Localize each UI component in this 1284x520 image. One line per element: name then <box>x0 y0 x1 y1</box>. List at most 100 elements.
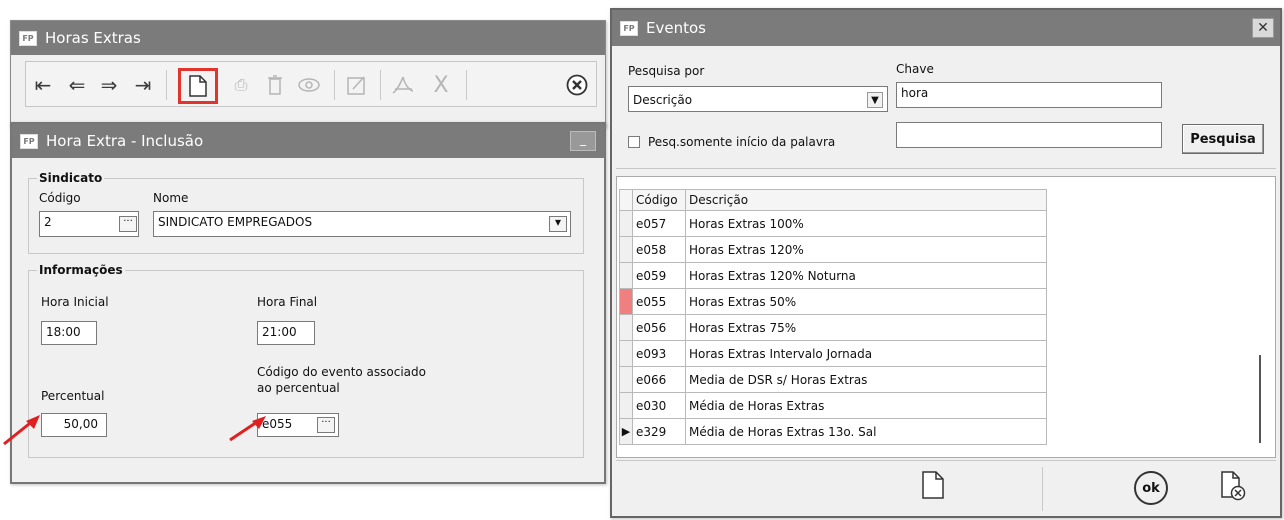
excel-icon[interactable]: X <box>428 70 454 100</box>
descricao-cell: Média de Horas Extras <box>685 392 1047 419</box>
codigo-cell: e093 <box>632 340 686 367</box>
table-row-current[interactable]: ▶ e329 Média de Horas Extras 13o. Sal <box>619 418 1047 445</box>
pesquisa-por-select[interactable]: Descrição <box>628 86 888 112</box>
last-record-icon[interactable]: ⇥ <box>130 70 156 100</box>
codigo-cell: e056 <box>632 314 686 341</box>
next-record-icon[interactable]: ⇒ <box>96 70 122 100</box>
table-row[interactable]: e056 Horas Extras 75% <box>619 314 1047 341</box>
close-icon[interactable] <box>564 70 590 100</box>
new-document-icon <box>189 75 207 97</box>
previous-record-icon[interactable]: ⇐ <box>64 70 90 100</box>
edit-icon[interactable] <box>344 70 370 100</box>
new-document-icon <box>922 471 944 499</box>
row-indicator <box>619 236 633 263</box>
print-icon[interactable]: ⎙ <box>228 70 254 100</box>
nome-sindicato-dropdown-button[interactable]: ▾ <box>549 216 567 232</box>
eventos-titlebar: FP Eventos ✕ <box>612 10 1280 46</box>
row-indicator-header <box>619 189 633 211</box>
pesquisa-extra-field[interactable] <box>896 122 1162 148</box>
row-indicator <box>619 366 633 393</box>
pesquisa-button[interactable]: Pesquisa <box>1182 124 1264 154</box>
inclusao-title: Hora Extra - Inclusão <box>46 132 204 150</box>
codigo-cell: e329 <box>632 418 686 445</box>
first-record-icon[interactable]: ⇤ <box>30 70 56 100</box>
scrollbar-thumb[interactable] <box>1259 355 1261 443</box>
table-header-row: Código Descrição <box>619 189 1047 211</box>
table-row[interactable]: e057 Horas Extras 100% <box>619 210 1047 237</box>
eventos-grid-area: Código Descrição e057 Horas Extras 100% … <box>616 176 1276 458</box>
view-icon[interactable] <box>296 70 322 100</box>
toolbar-separator <box>380 70 381 100</box>
horas-extras-title: Horas Extras <box>45 29 141 47</box>
codigo-cell: e058 <box>632 236 686 263</box>
horas-extras-titlebar: FP Horas Extras <box>11 21 605 55</box>
percentual-label: Percentual <box>41 389 105 403</box>
current-row-pointer-icon: ▶ <box>619 418 633 445</box>
descricao-cell: Horas Extras 75% <box>685 314 1047 341</box>
pesq-somente-inicio-checkbox[interactable] <box>628 136 640 148</box>
cancel-document-button[interactable] <box>1220 471 1246 505</box>
new-record-button[interactable] <box>922 471 944 503</box>
codigo-evento-label: Código do evento associado <box>257 365 426 379</box>
toolbar-separator <box>466 70 467 100</box>
eventos-title: Eventos <box>646 19 706 37</box>
descricao-cell: Media de DSR s/ Horas Extras <box>685 366 1047 393</box>
bottom-bar-separator <box>1042 467 1043 511</box>
table-row[interactable]: e030 Média de Horas Extras <box>619 392 1047 419</box>
toolbar-separator <box>166 70 167 100</box>
table-row[interactable]: e055 Horas Extras 50% <box>619 288 1047 315</box>
horas-extras-toolbar: ⇤ ⇐ ⇒ ⇥ ⎙ X <box>25 61 597 107</box>
descricao-cell: Horas Extras 120% <box>685 236 1047 263</box>
codigo-cell: e057 <box>632 210 686 237</box>
descricao-cell: Horas Extras Intervalo Jornada <box>685 340 1047 367</box>
hora-final-label: Hora Final <box>257 295 318 309</box>
row-indicator <box>619 392 633 419</box>
vertical-scrollbar[interactable] <box>1253 177 1273 457</box>
descricao-cell: Horas Extras 100% <box>685 210 1047 237</box>
horas-extras-window: FP Horas Extras ⇤ ⇐ ⇒ ⇥ ⎙ X <box>10 20 606 128</box>
sindicato-group-label: Sindicato <box>37 171 105 185</box>
codigo-label: Código <box>39 191 81 205</box>
app-icon: FP <box>20 133 38 149</box>
table-row[interactable]: e058 Horas Extras 120% <box>619 236 1047 263</box>
descricao-cell: Horas Extras 50% <box>685 288 1047 315</box>
new-document-button[interactable] <box>178 68 218 104</box>
descricao-cell: Horas Extras 120% Noturna <box>685 262 1047 289</box>
annotation-arrow-codigo-evento <box>229 416 266 442</box>
ok-label: ok <box>1142 480 1160 496</box>
hora-extra-inclusao-window: FP Hora Extra - Inclusão _ Sindicato Cód… <box>10 122 606 484</box>
table-row[interactable]: e093 Horas Extras Intervalo Jornada <box>619 340 1047 367</box>
column-header-descricao[interactable]: Descrição <box>685 189 1047 211</box>
eventos-close-button[interactable]: ✕ <box>1252 18 1274 38</box>
codigo-sindicato-lookup-button[interactable]: ··· <box>119 216 137 232</box>
pesq-somente-inicio-label: Pesq.somente início da palavra <box>648 135 836 149</box>
delete-icon[interactable] <box>262 70 288 100</box>
codigo-cell: e066 <box>632 366 686 393</box>
inclusao-titlebar: FP Hora Extra - Inclusão _ <box>12 124 604 158</box>
codigo-evento-label-line2: ao percentual <box>257 381 340 395</box>
ok-button[interactable]: ok <box>1134 471 1168 505</box>
cancel-document-icon <box>1221 471 1246 501</box>
column-header-codigo[interactable]: Código <box>632 189 686 211</box>
minimize-button[interactable]: _ <box>570 131 596 151</box>
pesquisa-por-dropdown-icon[interactable]: ▼ <box>867 92 883 108</box>
table-row[interactable]: e066 Media de DSR s/ Horas Extras <box>619 366 1047 393</box>
eventos-table: Código Descrição e057 Horas Extras 100% … <box>619 189 1047 445</box>
nome-sindicato-field[interactable]: SINDICATO EMPREGADOS <box>153 211 571 237</box>
pdf-icon[interactable] <box>390 70 416 100</box>
hora-inicial-label: Hora Inicial <box>41 295 109 309</box>
chave-field[interactable]: hora <box>896 82 1162 108</box>
codigo-cell: e030 <box>632 392 686 419</box>
hora-inicial-field[interactable]: 18:00 <box>41 321 97 345</box>
app-icon: FP <box>19 30 37 46</box>
pesquisa-por-label: Pesquisa por <box>628 64 705 78</box>
table-row[interactable]: e059 Horas Extras 120% Noturna <box>619 262 1047 289</box>
percentual-field[interactable]: 50,00 <box>41 413 107 437</box>
row-indicator <box>619 210 633 237</box>
eventos-window: FP Eventos ✕ Pesquisa por Descrição ▼ Ch… <box>610 8 1282 518</box>
app-icon: FP <box>620 20 638 36</box>
codigo-evento-lookup-button[interactable]: ··· <box>317 417 335 433</box>
hora-final-field[interactable]: 21:00 <box>257 321 315 345</box>
divider <box>616 168 1276 169</box>
informacoes-group: Informações Hora Inicial 18:00 Hora Fina… <box>28 263 584 458</box>
